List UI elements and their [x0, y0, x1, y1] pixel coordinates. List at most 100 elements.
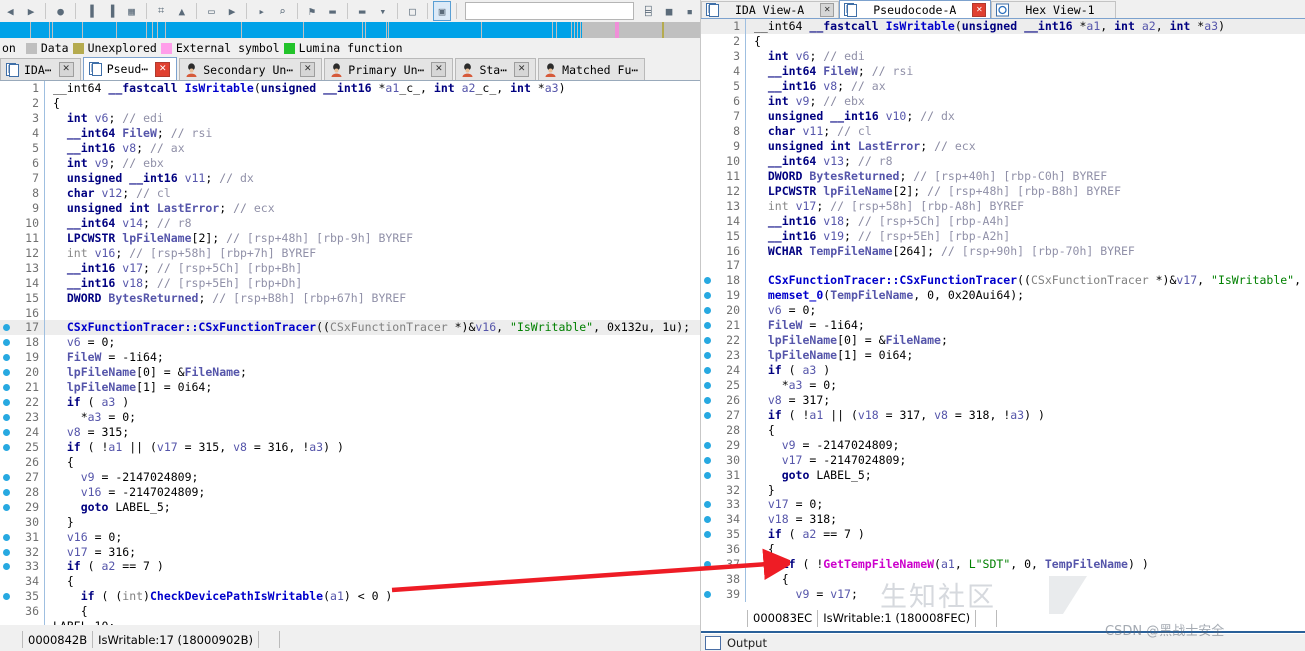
breakpoint-marker-icon[interactable] [701, 438, 714, 452]
code-line[interactable]: 10 __int64 v13; // r8 [701, 153, 1305, 169]
code-line[interactable]: 26 { [0, 454, 700, 470]
left-tab-3[interactable]: Primary Un⋯ ✕ [324, 58, 454, 80]
breakpoint-marker-icon[interactable] [0, 410, 13, 424]
search-icon[interactable]: ⌕ [273, 1, 292, 21]
code-line[interactable]: 6 int v9; // ebx [0, 155, 700, 171]
dropdown-icon[interactable]: ▾ [374, 1, 393, 21]
stack-icon[interactable]: ▬ [323, 1, 342, 21]
code-line[interactable]: 12 int v16; // [rsp+58h] [rbp+7h] BYREF [0, 245, 700, 261]
navband-segment[interactable] [50, 22, 52, 38]
code-line[interactable]: 2{ [0, 95, 700, 111]
hex-icon[interactable]: ⌗ [152, 1, 171, 21]
navband-segment[interactable] [389, 22, 481, 38]
code-line[interactable]: 36 { [701, 541, 1305, 557]
code-line[interactable]: 37 if ( !GetTempFileNameW(a1, L"SDT", 0,… [701, 556, 1305, 572]
code-line[interactable]: 27 v9 = -2147024809; [0, 469, 700, 485]
breakpoint-marker-icon[interactable] [701, 587, 714, 601]
right-tab-0[interactable]: IDA View-A ✕ [701, 1, 840, 18]
navband-segment[interactable] [553, 22, 556, 38]
breakpoint-marker-icon[interactable] [0, 365, 13, 379]
code-line[interactable]: 33 if ( a2 == 7 ) [0, 559, 700, 574]
close-icon[interactable]: ✕ [820, 3, 835, 17]
close-icon[interactable]: ✕ [155, 61, 171, 77]
code-line[interactable]: 2{ [701, 33, 1305, 49]
code-line[interactable]: 35 if ( (int)CheckDevicePathIsWritable(a… [0, 588, 700, 604]
code-line[interactable]: 27 if ( !a1 || (v18 = 317, v8 = 318, !a3… [701, 407, 1305, 423]
forward-icon[interactable]: ▶ [22, 1, 41, 21]
code-line[interactable]: 18 v6 = 0; [0, 334, 700, 350]
navband-segment[interactable] [575, 22, 577, 38]
navband-segment[interactable] [387, 22, 388, 38]
right-tab-1[interactable]: Pseudocode-A ✕ [839, 0, 992, 18]
breakpoint-marker-icon[interactable] [701, 468, 714, 482]
navband-segment[interactable] [83, 22, 116, 38]
code-line[interactable]: 5 __int16 v8; // ax [701, 78, 1305, 94]
code-line[interactable]: 35 if ( a2 == 7 ) [701, 526, 1305, 542]
navband-segment[interactable] [53, 22, 82, 38]
navband-segment[interactable] [117, 22, 146, 38]
navband-segment[interactable] [242, 22, 303, 38]
code-line[interactable]: 32 v17 = 316; [0, 544, 700, 559]
breakpoint-marker-icon[interactable] [701, 512, 714, 526]
code-line[interactable]: 15 DWORD BytesReturned; // [rsp+B8h] [rb… [0, 290, 700, 306]
left-pseudocode-view[interactable]: 1 __int64 __fastcall IsWritable(unsigned … [0, 81, 700, 625]
code-line[interactable]: 25 *a3 = 0; [701, 377, 1305, 393]
code-line[interactable]: 11 DWORD BytesReturned; // [rsp+40h] [rb… [701, 168, 1305, 184]
code-line[interactable]: 31 goto LABEL_5; [701, 467, 1305, 483]
code-line[interactable]: 20 lpFileName[0] = &FileName; [0, 364, 700, 380]
code-line[interactable]: 25 if ( !a1 || (v17 = 315, v8 = 316, !a3… [0, 439, 700, 455]
breakpoint-marker-icon[interactable] [0, 485, 13, 499]
navband-segment[interactable] [166, 22, 241, 38]
code-line[interactable]: 3 int v6; // edi [701, 48, 1305, 64]
breakpoint-marker-icon[interactable] [701, 527, 714, 541]
code-line[interactable]: 1 __int64 __fastcall IsWritable(unsigned … [701, 19, 1305, 34]
code-line[interactable]: 22 lpFileName[0] = &FileName; [701, 332, 1305, 348]
code-line[interactable]: 23 *a3 = 0; [0, 409, 700, 425]
breakpoint-marker-icon[interactable] [0, 440, 13, 454]
close-icon[interactable]: ✕ [58, 62, 74, 77]
right-tab-2[interactable]: Hex View-1 [991, 1, 1116, 18]
code-line[interactable]: 24 v8 = 315; [0, 424, 700, 440]
breakpoint-marker-icon[interactable] [0, 335, 13, 349]
navband-segment[interactable] [482, 22, 552, 38]
navband-segment[interactable] [147, 22, 152, 38]
breakpoint-marker-icon[interactable] [0, 320, 13, 334]
code-line[interactable]: 22 if ( a3 ) [0, 394, 700, 410]
close-icon[interactable]: ✕ [972, 2, 987, 17]
navband-segment[interactable] [0, 22, 30, 38]
right-tab-strip[interactable]: IDA View-A ✕ Pseudocode-A ✕ Hex View-1 [701, 0, 1305, 19]
code-line[interactable]: 4 __int64 FileW; // rsi [701, 63, 1305, 79]
code-line[interactable]: 24 if ( a3 ) [701, 362, 1305, 378]
breakpoint-marker-icon[interactable] [0, 589, 13, 603]
code-line[interactable]: 16 WCHAR TempFileName[264]; // [rsp+90h]… [701, 243, 1305, 258]
code-line[interactable]: 21 lpFileName[1] = 0i64; [0, 379, 700, 395]
breakpoint-marker-icon[interactable] [701, 273, 714, 287]
code-line[interactable]: 38 { [701, 571, 1305, 587]
breakpoint-marker-icon[interactable] [0, 545, 13, 559]
breakpoint-marker-icon[interactable] [701, 303, 714, 317]
code-line[interactable]: 10 __int64 v14; // r8 [0, 215, 700, 231]
navigation-band[interactable] [0, 22, 700, 38]
code-line[interactable]: 28 { [701, 422, 1305, 438]
breakpoint-marker-icon[interactable] [701, 288, 714, 302]
code-line[interactable]: 34 { [0, 573, 700, 589]
breakpoint-marker-icon[interactable] [701, 363, 714, 377]
navband-segment[interactable] [572, 22, 574, 38]
navband-segment[interactable] [557, 22, 571, 38]
navband-segment[interactable] [158, 22, 165, 38]
code-line[interactable]: 30 v17 = -2147024809; [701, 452, 1305, 468]
breakpoint-marker-icon[interactable] [701, 557, 714, 571]
code-line[interactable]: 12 LPCWSTR lpFileName[2]; // [rsp+48h] [… [701, 183, 1305, 199]
close-icon[interactable]: ✕ [514, 62, 530, 77]
code-line[interactable]: 13 int v17; // [rsp+58h] [rbp-A8h] BYREF [701, 198, 1305, 214]
panel3-icon[interactable]: ▪ [680, 1, 699, 21]
navband-segment[interactable] [615, 22, 619, 38]
breakpoint-marker-icon[interactable] [0, 425, 13, 439]
toolbar-combo-box[interactable] [465, 2, 634, 20]
code-line[interactable]: 17 [701, 258, 1305, 273]
code-line[interactable]: 36 { [0, 603, 700, 619]
right-pseudocode-view[interactable]: 1 __int64 __fastcall IsWritable(unsigned … [701, 19, 1305, 609]
code-line[interactable]: 19 FileW = -1i64; [0, 349, 700, 365]
code-line[interactable]: 19 memset_0(TempFileName, 0, 0x20Aui64); [701, 287, 1305, 303]
output-panel-header[interactable]: Output [701, 634, 1305, 651]
